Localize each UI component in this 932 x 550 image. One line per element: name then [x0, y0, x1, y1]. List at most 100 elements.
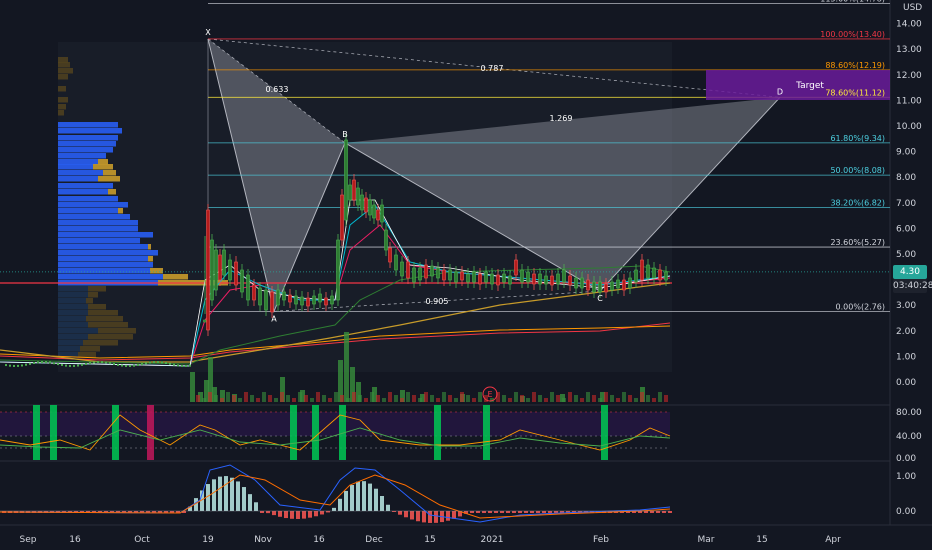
macd-tick-label: 0.00: [896, 507, 916, 517]
macd-histogram-bar: [272, 511, 276, 516]
volume-bar: [280, 392, 284, 402]
macd-histogram-bar: [248, 494, 252, 511]
candle-body: [478, 273, 482, 285]
macd-histogram-bar: [212, 479, 216, 511]
price-tick-label: 12.00: [896, 71, 922, 81]
macd-histogram-bar: [266, 511, 270, 514]
profile-bar-up: [58, 202, 128, 208]
candle-body: [185, 364, 187, 367]
candle-body: [380, 204, 384, 223]
volume-bar: [574, 395, 578, 402]
macd-histogram-bar: [398, 511, 402, 515]
volume-bar: [364, 398, 368, 402]
candle-body: [85, 362, 87, 365]
candle-body: [276, 289, 280, 306]
candle-body: [592, 281, 596, 293]
volume-bar: [328, 398, 332, 402]
volume-bar: [334, 392, 338, 402]
macd-histogram-bar: [380, 496, 384, 511]
profile-bar-down: [58, 62, 70, 68]
macd-histogram-bar: [452, 511, 456, 519]
candle-body: [406, 261, 410, 279]
volume-bar: [580, 398, 584, 402]
candle-body: [400, 261, 404, 277]
profile-bar-up: [58, 274, 163, 280]
candle-body: [129, 364, 131, 367]
candle-body: [352, 179, 356, 201]
time-tick-label: 16: [69, 535, 81, 545]
candle-body: [544, 275, 548, 285]
candle-body: [29, 362, 31, 365]
candle-body: [586, 279, 590, 291]
profile-bar-up: [58, 220, 138, 226]
profile-bar-up: [58, 328, 98, 334]
volume-bar: [376, 395, 380, 402]
candle-body: [318, 293, 322, 303]
volume-bar: [344, 332, 349, 402]
candle-body: [101, 361, 103, 364]
macd-histogram-bar: [548, 511, 552, 513]
profile-bar-down: [88, 334, 133, 340]
candle-body: [550, 275, 554, 286]
fib-label: 23.60%(5.27): [830, 238, 885, 247]
candle-body: [169, 362, 171, 365]
candle-body: [598, 281, 602, 293]
profile-bar-up: [58, 262, 153, 268]
volume-bar: [310, 398, 314, 402]
volume-bar: [538, 395, 542, 402]
candle-body: [173, 363, 175, 366]
volume-bar: [514, 392, 518, 402]
candle-body: [270, 291, 274, 313]
profile-bar-down: [163, 274, 188, 280]
candle-body: [222, 249, 226, 276]
candle-body: [73, 364, 75, 367]
volume-bar: [526, 398, 530, 402]
macd-histogram-bar: [422, 511, 426, 523]
candle-body: [394, 254, 398, 271]
profile-bar-up: [58, 170, 103, 176]
macd-histogram-bar: [242, 487, 246, 511]
candle-body: [664, 271, 668, 281]
volume-bar: [460, 392, 464, 402]
profile-bar-up: [58, 340, 83, 346]
candle-body: [466, 273, 470, 283]
volume-bar: [448, 395, 452, 402]
profile-bar-up: [58, 159, 98, 165]
profile-bar-up: [58, 298, 86, 304]
candle-body: [356, 187, 360, 206]
candle-body: [610, 281, 614, 291]
candle-body: [121, 364, 123, 367]
time-tick-label: 15: [424, 535, 435, 545]
candle-body: [344, 139, 348, 221]
macd-histogram-bar: [332, 507, 336, 511]
candle-body: [81, 363, 83, 366]
volume-bar: [202, 398, 206, 402]
fib-label: 50.00%(8.08): [830, 166, 885, 175]
profile-bar-up: [58, 256, 148, 262]
trading-chart[interactable]: 14.00 13.00 12.00 11.00 10.00 9.00 8.00 7.00 6.0…: [0, 0, 932, 550]
fib-label: 78.60%(11.12): [825, 88, 885, 97]
candle-body: [490, 273, 494, 285]
profile-bar-up: [58, 196, 118, 202]
candle-body: [514, 259, 518, 276]
price-tick-label: 11.00: [896, 96, 922, 106]
target-label: Target: [795, 81, 824, 91]
volume-bar: [370, 392, 374, 402]
macd-histogram-bar: [404, 511, 408, 518]
profile-bar-down: [80, 346, 100, 352]
price-tick-label: 9.00: [896, 148, 916, 158]
candle-body: [412, 267, 416, 283]
macd-histogram-bar: [494, 511, 498, 513]
candle-body: [442, 269, 446, 281]
profile-bar-up: [58, 226, 138, 232]
time-tick-label: Nov: [254, 535, 272, 545]
volume-bar: [394, 395, 398, 402]
candle-body: [372, 204, 376, 219]
candle-body: [430, 265, 434, 277]
profile-bar-down: [98, 176, 120, 182]
fib-label: 113.00%(14.78): [820, 0, 885, 4]
candle-body: [145, 362, 147, 365]
volume-bar: [292, 398, 296, 402]
candle-body: [508, 275, 512, 285]
macd-tick-label: 1.00: [896, 472, 916, 482]
